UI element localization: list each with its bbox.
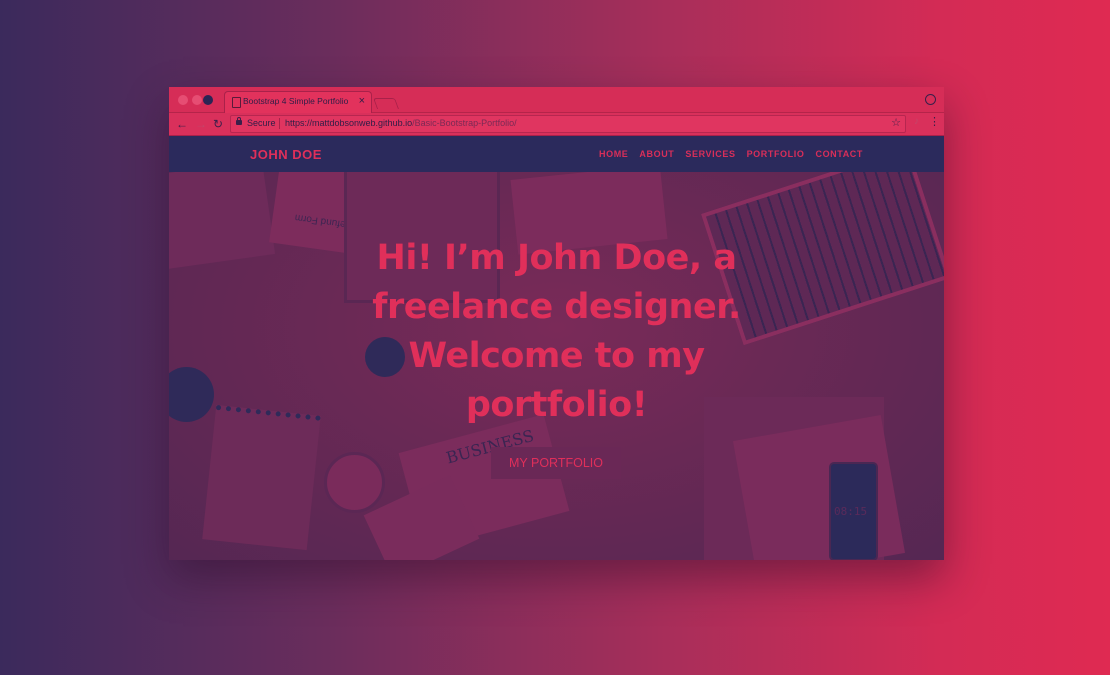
hero-heading: Hi! I’m John Doe, a freelance designer. … [372,238,741,425]
nav-link-about[interactable]: ABOUT [639,149,674,159]
menu-dots-icon[interactable]: ⋮ [929,115,940,129]
extension-icon[interactable]: ♪ [914,116,919,127]
minimize-window-button[interactable] [192,95,202,105]
desk-papers-topleft [169,172,276,270]
hero-section: Tax Refund Form BUSINESS 08:15 Hi! I’m J… [169,172,944,560]
browser-window: Bootstrap 4 Simple Portfolio × ← → ↻ Sec… [169,87,944,560]
address-bar[interactable]: Secure https://mattdobsonweb.github.io/B… [230,115,906,133]
bookmark-star-icon[interactable]: ☆ [891,116,901,129]
nav-link-portfolio[interactable]: PORTFOLIO [747,149,805,159]
profile-icon[interactable] [925,94,936,105]
nav-link-home[interactable]: HOME [599,149,628,159]
reload-icon[interactable]: ↻ [213,116,223,132]
coffee-cup-left [169,367,214,422]
nav-link-services[interactable]: SERVICES [685,149,735,159]
new-tab-button[interactable] [372,98,400,109]
desk-folder [732,415,906,560]
nav-link-contact[interactable]: CONTACT [815,149,863,159]
desk-notepad [202,404,321,551]
tab-title: Bootstrap 4 Simple Portfolio [243,96,349,106]
browser-titlebar: Bootstrap 4 Simple Portfolio × [169,87,944,113]
site-nav-links: HOME ABOUT SERVICES PORTFOLIO CONTACT [599,149,863,159]
url-text: https://mattdobsonweb.github.io/Basic-Bo… [285,118,517,128]
forward-arrow-icon[interactable]: → [195,116,207,132]
url-host: https://mattdobsonweb.github.io [285,118,413,128]
site-navbar: JOHN DOE HOME ABOUT SERVICES PORTFOLIO C… [169,136,944,172]
close-window-button[interactable] [178,95,188,105]
document-icon [232,97,241,108]
back-arrow-icon[interactable]: ← [176,116,188,132]
smartphone: 08:15 [829,462,878,560]
browser-toolbar: ← → ↻ Secure https://mattdobsonweb.githu… [169,113,944,136]
site-brand[interactable]: JOHN DOE [250,147,322,162]
maximize-window-button[interactable] [203,95,213,105]
lock-icon [236,117,242,125]
my-portfolio-button[interactable]: MY PORTFOLIO [491,447,621,479]
browser-tab[interactable]: Bootstrap 4 Simple Portfolio × [224,91,372,113]
coffee-cup [324,452,385,513]
address-divider [279,118,280,129]
phone-clock: 08:15 [834,505,868,518]
secure-label: Secure [247,118,276,128]
tab-close-icon[interactable]: × [359,94,365,108]
url-path: /Basic-Bootstrap-Portfolio/ [412,118,517,128]
